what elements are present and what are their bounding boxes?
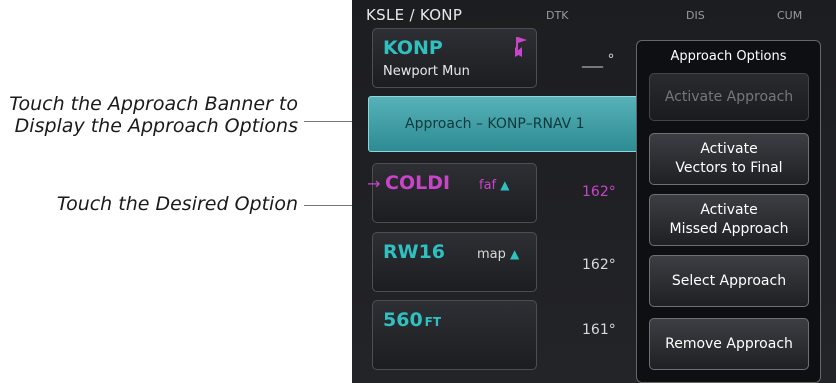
callout-line: Touch the Desired Option xyxy=(56,193,298,215)
activate-missed-approach-button[interactable]: Activate Missed Approach xyxy=(649,194,809,246)
button-label-line1: Activate xyxy=(700,202,758,218)
up-triangle-icon: ▲ xyxy=(500,178,510,192)
waypoint-tag: map ▲ xyxy=(477,247,519,262)
approach-options-panel: Approach Options Activate Approach Activ… xyxy=(636,40,821,383)
tag-label: map xyxy=(477,247,506,262)
approach-banner[interactable]: Approach – KONP–RNAV 1 xyxy=(368,96,668,152)
select-approach-button[interactable]: Select Approach xyxy=(649,255,809,307)
activate-vectors-to-final-button[interactable]: Activate Vectors to Final xyxy=(649,133,809,185)
remove-approach-button[interactable]: Remove Approach xyxy=(649,318,809,370)
altitude-dtk: 161° xyxy=(582,322,616,338)
destination-flag-icon xyxy=(515,37,527,57)
up-triangle-icon: ▲ xyxy=(510,247,520,261)
button-label-line2: Vectors to Final xyxy=(675,160,783,176)
button-label: Activate Approach xyxy=(664,88,794,105)
waypoint-button-coldi[interactable]: → COLDI faf ▲ xyxy=(367,163,537,223)
button-label-line2: Missed Approach xyxy=(669,221,789,237)
rw16-dtk: 162° xyxy=(582,257,616,273)
button-label: Select Approach xyxy=(671,272,787,289)
approach-banner-label: Approach – KONP–RNAV 1 xyxy=(405,116,585,132)
column-cum: CUM xyxy=(777,9,803,22)
activate-approach-button[interactable]: Activate Approach xyxy=(649,73,809,121)
waypoint-button-rw16[interactable]: RW16 map ▲ xyxy=(372,232,537,292)
altitude-unit: FT xyxy=(424,315,442,329)
destination-waypoint-button[interactable]: KONP Newport Mun xyxy=(372,28,537,88)
airport-name: Newport Mun xyxy=(383,64,470,79)
callout-line: Touch the Approach Banner to xyxy=(9,93,298,115)
button-label: Remove Approach xyxy=(665,335,793,352)
active-leg-arrow-icon: → xyxy=(367,174,381,193)
waypoint-tag: faf ▲ xyxy=(479,178,510,193)
destination-dtk: ___ ° xyxy=(582,52,615,68)
altitude-value: 560 FT xyxy=(383,309,441,331)
tag-label: faf xyxy=(479,178,497,193)
approach-options-title: Approach Options xyxy=(670,49,787,64)
route-title: KSLE / KONP xyxy=(366,6,463,24)
callout-approach-banner: Touch the Approach Banner to Display the… xyxy=(0,93,298,137)
callout-desired-option: Touch the Desired Option xyxy=(0,193,298,215)
button-label-line1: Activate xyxy=(700,141,758,157)
altitude-number: 560 xyxy=(383,309,423,331)
flight-plan-screen: KSLE / KONP DTK DIS CUM KONP Newport Mun… xyxy=(352,0,836,383)
waypoint-id: COLDI xyxy=(385,172,451,194)
column-dtk: DTK xyxy=(546,9,569,22)
coldi-dtk: 162° xyxy=(582,184,616,200)
column-dis: DIS xyxy=(686,9,705,22)
waypoint-button-altitude[interactable]: 560 FT xyxy=(372,300,537,370)
waypoint-id: KONP xyxy=(383,37,443,59)
waypoint-id: RW16 xyxy=(383,241,446,263)
callout-line: Display the Approach Options xyxy=(14,115,298,137)
